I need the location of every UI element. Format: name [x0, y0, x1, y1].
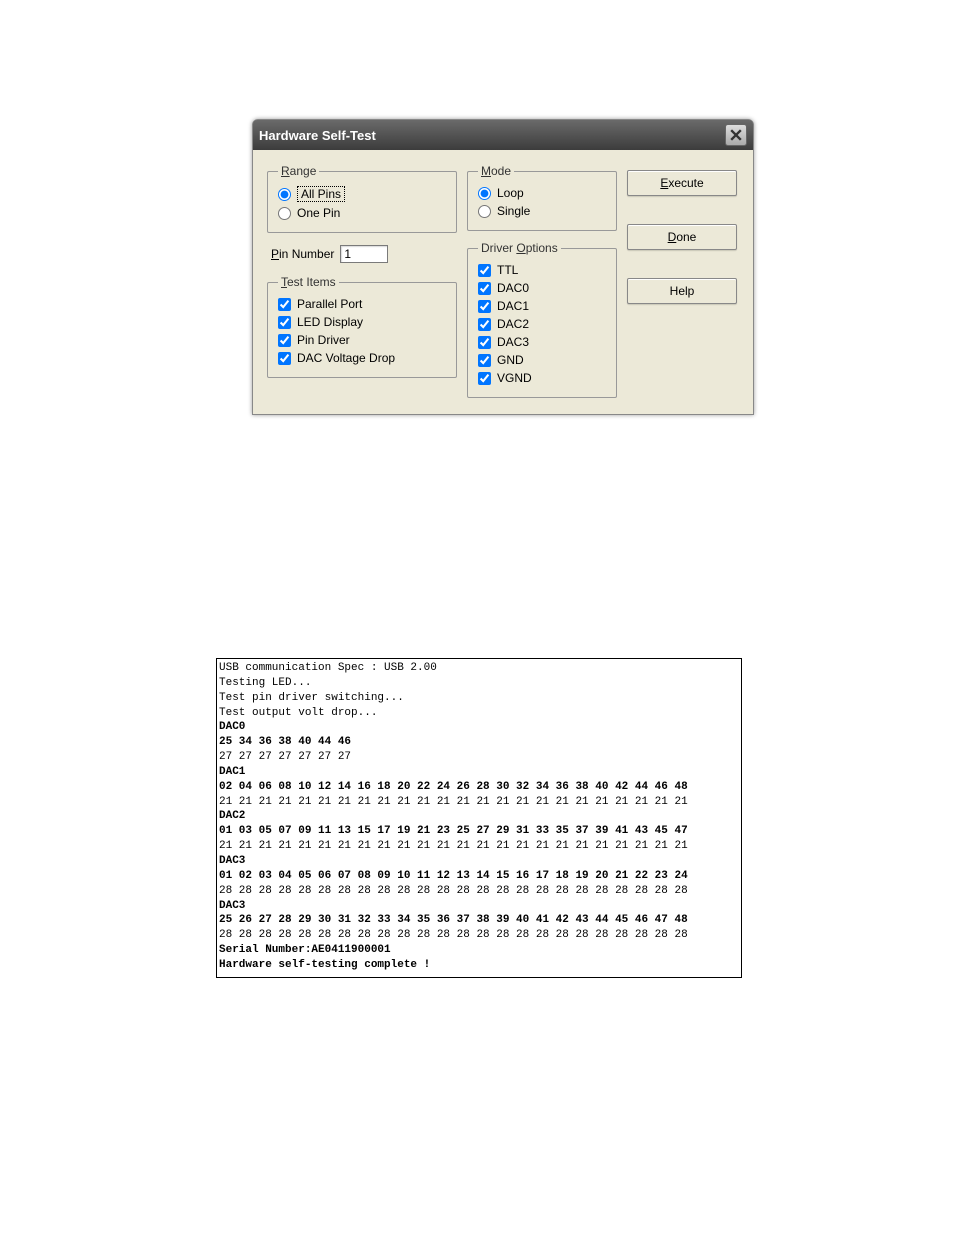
execute-button[interactable]: Execute [627, 170, 737, 196]
driver-option-row: VGND [478, 369, 606, 387]
test-item-label: Pin Driver [297, 333, 350, 347]
close-icon [730, 129, 742, 141]
mode-loop-radio[interactable] [478, 187, 491, 200]
driver-option-label: DAC0 [497, 281, 529, 295]
test-item-row: LED Display [278, 313, 446, 331]
driver-option-label: TTL [497, 263, 518, 277]
test-item-checkbox[interactable] [278, 298, 291, 311]
console-line: 28 28 28 28 28 28 28 28 28 28 28 28 28 2… [219, 884, 739, 899]
driver-option-label: DAC3 [497, 335, 529, 349]
console-line: DAC3 [219, 854, 739, 869]
driver-option-row: DAC1 [478, 297, 606, 315]
console-line: 28 28 28 28 28 28 28 28 28 28 28 28 28 2… [219, 928, 739, 943]
console-line: DAC3 [219, 899, 739, 914]
console-line: DAC1 [219, 765, 739, 780]
test-item-row: Pin Driver [278, 331, 446, 349]
mode-group: Mode Loop Single [467, 164, 617, 231]
console-output: USB communication Spec : USB 2.00Testing… [216, 658, 742, 978]
console-line: 02 04 06 08 10 12 14 16 18 20 22 24 26 2… [219, 780, 739, 795]
dialog-body: Range All Pins One Pin Pin Number Test I… [253, 150, 753, 414]
console-line: Test pin driver switching... [219, 691, 739, 706]
titlebar: Hardware Self-Test [253, 120, 753, 150]
driver-options-group: Driver Options TTL DAC0 DAC1 DAC2 DAC3 GND VGN… [467, 241, 617, 398]
window-title: Hardware Self-Test [259, 128, 376, 143]
driver-option-label: VGND [497, 371, 532, 385]
range-one-pin-radio[interactable] [278, 207, 291, 220]
mode-single-radio[interactable] [478, 205, 491, 218]
hardware-self-test-dialog: Hardware Self-Test Range All Pins One Pi… [252, 119, 754, 415]
driver-option-row: DAC2 [478, 315, 606, 333]
console-line: 21 21 21 21 21 21 21 21 21 21 21 21 21 2… [219, 795, 739, 810]
done-button[interactable]: Done [627, 224, 737, 250]
range-all-pins-radio[interactable] [278, 188, 291, 201]
driver-options-legend: Driver Options [478, 241, 561, 255]
console-line: Hardware self-testing complete ! [219, 958, 739, 973]
console-line: 21 21 21 21 21 21 21 21 21 21 21 21 21 2… [219, 839, 739, 854]
console-line: 27 27 27 27 27 27 27 [219, 750, 739, 765]
test-item-label: LED Display [297, 315, 363, 329]
console-line: Test output volt drop... [219, 706, 739, 721]
test-item-checkbox[interactable] [278, 316, 291, 329]
driver-option-row: DAC3 [478, 333, 606, 351]
pin-number-input[interactable] [340, 245, 388, 263]
console-line: 25 26 27 28 29 30 31 32 33 34 35 36 37 3… [219, 913, 739, 928]
test-item-row: DAC Voltage Drop [278, 349, 446, 367]
pin-number-row: Pin Number [267, 243, 457, 265]
driver-option-checkbox[interactable] [478, 372, 491, 385]
help-button[interactable]: Help [627, 278, 737, 304]
range-legend: Range [278, 164, 319, 178]
close-button[interactable] [725, 124, 747, 146]
driver-option-checkbox[interactable] [478, 300, 491, 313]
console-line: Testing LED... [219, 676, 739, 691]
driver-option-label: DAC1 [497, 299, 529, 313]
pin-number-label: Pin Number [271, 247, 334, 261]
driver-option-checkbox[interactable] [478, 282, 491, 295]
test-item-row: Parallel Port [278, 295, 446, 313]
driver-option-checkbox[interactable] [478, 264, 491, 277]
console-line: 01 02 03 04 05 06 07 08 09 10 11 12 13 1… [219, 869, 739, 884]
test-item-label: DAC Voltage Drop [297, 351, 395, 365]
driver-option-row: GND [478, 351, 606, 369]
range-group: Range All Pins One Pin [267, 164, 457, 233]
test-item-checkbox[interactable] [278, 334, 291, 347]
driver-option-checkbox[interactable] [478, 318, 491, 331]
console-line: 25 34 36 38 40 44 46 [219, 735, 739, 750]
console-line: Serial Number:AE0411900001 [219, 943, 739, 958]
mode-single-label: Single [497, 204, 530, 218]
driver-option-checkbox[interactable] [478, 354, 491, 367]
range-all-pins-label: All Pins [297, 186, 345, 202]
console-line: USB communication Spec : USB 2.00 [219, 661, 739, 676]
test-item-checkbox[interactable] [278, 352, 291, 365]
console-line: DAC0 [219, 720, 739, 735]
mode-loop-label: Loop [497, 186, 524, 200]
range-one-pin-label: One Pin [297, 206, 340, 220]
driver-option-checkbox[interactable] [478, 336, 491, 349]
driver-option-row: TTL [478, 261, 606, 279]
console-line: DAC2 [219, 809, 739, 824]
test-items-group: Test Items Parallel Port LED Display Pin D… [267, 275, 457, 378]
driver-option-row: DAC0 [478, 279, 606, 297]
mode-legend: Mode [478, 164, 514, 178]
driver-option-label: GND [497, 353, 524, 367]
console-line: 01 03 05 07 09 11 13 15 17 19 21 23 25 2… [219, 824, 739, 839]
test-item-label: Parallel Port [297, 297, 362, 311]
test-items-legend: Test Items [278, 275, 339, 289]
driver-option-label: DAC2 [497, 317, 529, 331]
